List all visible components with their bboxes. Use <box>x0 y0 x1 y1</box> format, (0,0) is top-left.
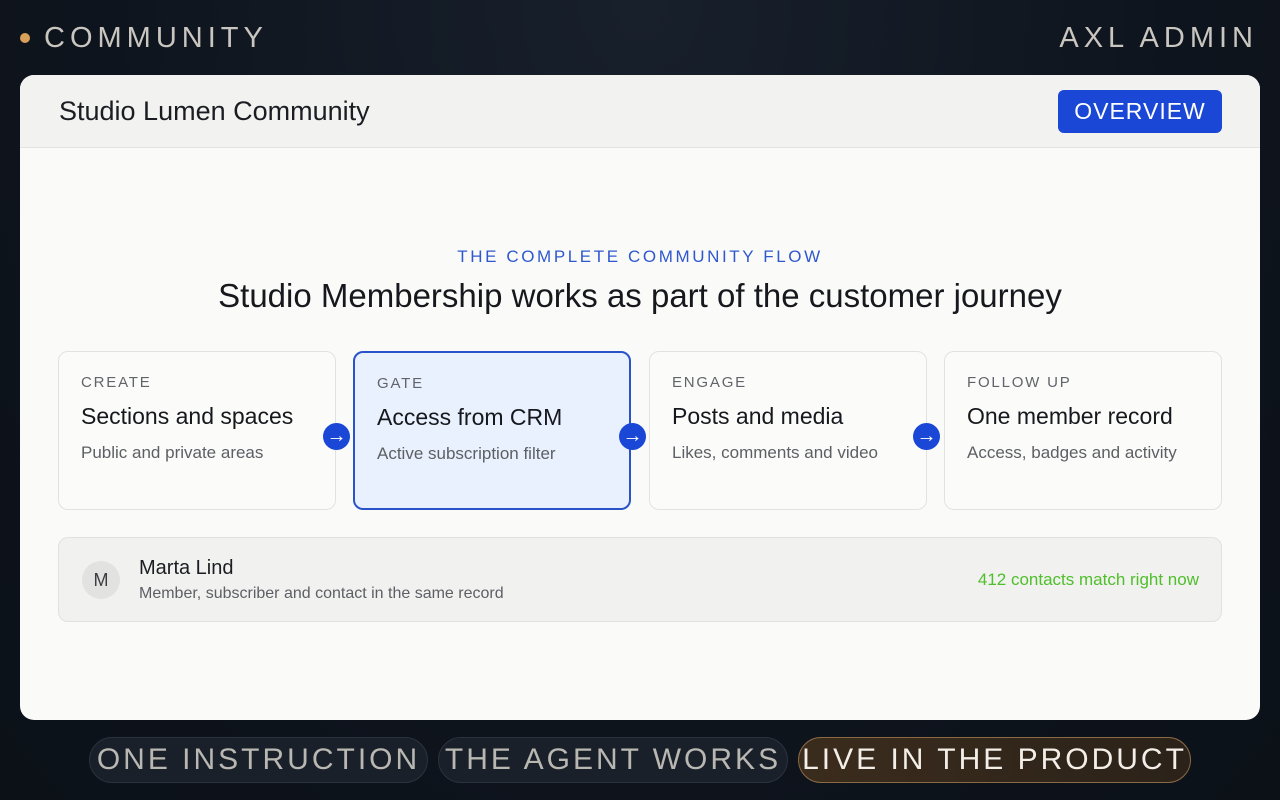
step-subtitle: Likes, comments and video <box>672 443 878 462</box>
step-gate[interactable]: GATE Access from CRM Active subscription… <box>353 351 631 510</box>
step-eyebrow: FOLLOW UP <box>967 374 1072 391</box>
brand: COMMUNITY <box>20 20 268 56</box>
status-dot-icon <box>20 33 30 43</box>
step-subtitle: Active subscription filter <box>377 444 556 463</box>
pill-one-instruction[interactable]: ONE INSTRUCTION <box>89 737 428 783</box>
overview-button[interactable]: OVERVIEW <box>1058 89 1222 133</box>
pill-agent-works[interactable]: THE AGENT WORKS <box>438 737 788 783</box>
step-eyebrow: ENGAGE <box>672 374 747 391</box>
step-title: One member record <box>967 403 1173 429</box>
step-subtitle: Public and private areas <box>81 443 264 462</box>
step-engage[interactable]: ENGAGE Posts and media Likes, comments a… <box>649 351 927 510</box>
admin-label: AXL ADMIN <box>1059 21 1258 54</box>
window-title: Studio Lumen Community <box>59 95 370 126</box>
flow-steps: CREATE Sections and spaces Public and pr… <box>58 351 1222 511</box>
flow-headline: Studio Membership works as part of the c… <box>218 277 1062 314</box>
member-subtitle: Member, subscriber and contact in the sa… <box>139 585 504 602</box>
arrow-right-icon: → <box>323 423 350 450</box>
step-title: Posts and media <box>672 403 844 429</box>
stage-pills: ONE INSTRUCTION THE AGENT WORKS LIVE IN … <box>0 737 1280 783</box>
member-record[interactable]: M Marta Lind Member, subscriber and cont… <box>58 537 1222 622</box>
step-subtitle: Access, badges and activity <box>967 443 1177 462</box>
top-bar: COMMUNITY AXL ADMIN <box>0 0 1280 75</box>
arrow-right-icon: → <box>619 423 646 450</box>
step-eyebrow: CREATE <box>81 374 152 391</box>
brand-label: COMMUNITY <box>44 21 268 54</box>
flow-eyebrow: THE COMPLETE COMMUNITY FLOW <box>457 247 823 266</box>
step-create[interactable]: CREATE Sections and spaces Public and pr… <box>58 351 336 510</box>
member-name: Marta Lind <box>139 557 234 579</box>
community-window: Studio Lumen Community OVERVIEW THE COMP… <box>20 75 1260 720</box>
avatar: M <box>82 561 120 599</box>
pill-live-in-product[interactable]: LIVE IN THE PRODUCT <box>798 737 1191 783</box>
step-follow-up[interactable]: FOLLOW UP One member record Access, badg… <box>944 351 1222 510</box>
step-title: Sections and spaces <box>81 403 294 429</box>
match-count: 412 contacts match right now <box>977 570 1199 589</box>
window-header: Studio Lumen Community OVERVIEW <box>20 75 1260 148</box>
arrow-right-icon: → <box>913 423 940 450</box>
step-title: Access from CRM <box>377 404 563 430</box>
step-eyebrow: GATE <box>377 375 424 392</box>
